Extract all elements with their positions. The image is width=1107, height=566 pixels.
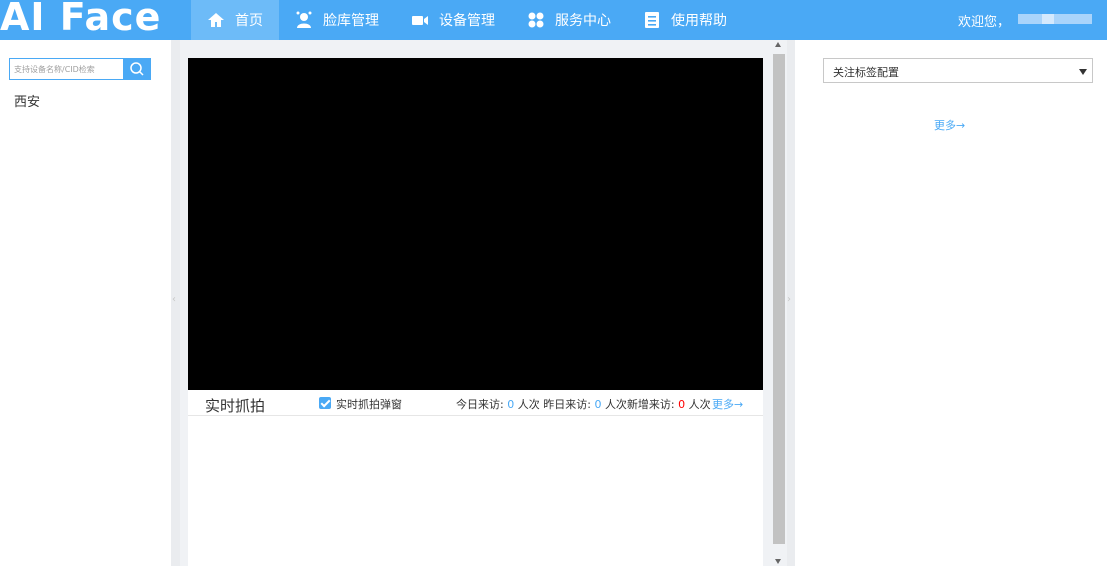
capture-title: 实时抓拍 bbox=[205, 397, 266, 415]
main-nav: 首页 脸库管理 设备管理 服务中心 使用帮助 bbox=[191, 0, 743, 40]
chevron-left-icon: ‹ bbox=[172, 294, 176, 305]
app-logo: AI Face bbox=[0, 0, 162, 39]
home-icon bbox=[207, 11, 225, 29]
welcome-text: 欢迎您， bbox=[958, 15, 1011, 30]
username-redacted[interactable] bbox=[1018, 14, 1092, 24]
yesterday-count: 0 bbox=[594, 398, 602, 411]
camera-icon bbox=[411, 11, 429, 29]
new-unit: 人次 bbox=[688, 398, 711, 411]
nav-item-face-library[interactable]: 脸库管理 bbox=[279, 0, 395, 40]
chevron-right-icon: › bbox=[787, 294, 791, 305]
capture-popup-label: 实时抓拍弹窗 bbox=[336, 398, 402, 411]
collapse-left-handle[interactable]: ‹ bbox=[171, 40, 180, 566]
today-count: 0 bbox=[507, 398, 515, 411]
nav-item-label: 脸库管理 bbox=[323, 13, 379, 29]
capture-header: 实时抓拍 实时抓拍弹窗 今日来访: 0 人次 昨日来访: 0 人次新增来访: 0… bbox=[188, 390, 763, 416]
today-unit: 人次 bbox=[517, 398, 540, 411]
nav-item-label: 服务中心 bbox=[555, 13, 611, 29]
tree-item-location[interactable]: 西安 bbox=[14, 91, 40, 110]
capture-popup-checkbox[interactable] bbox=[319, 397, 331, 409]
scrollbar-thumb[interactable] bbox=[773, 54, 785, 544]
nav-item-label: 首页 bbox=[235, 13, 263, 29]
new-label: 新增来访: bbox=[626, 398, 675, 411]
nav-item-label: 设备管理 bbox=[439, 13, 495, 29]
tag-config-value: 关注标签配置 bbox=[833, 66, 899, 79]
search-icon bbox=[130, 62, 144, 76]
grid-icon bbox=[527, 11, 545, 29]
collapse-right-handle[interactable]: › bbox=[787, 40, 795, 566]
today-label: 今日来访: bbox=[456, 398, 504, 411]
nav-item-label: 使用帮助 bbox=[671, 13, 727, 29]
capture-more-link[interactable]: 更多→ bbox=[712, 396, 743, 412]
tag-config-select[interactable]: 关注标签配置 bbox=[823, 58, 1093, 83]
main-scrollbar[interactable] bbox=[771, 40, 787, 566]
yesterday-label: 昨日来访: bbox=[543, 398, 591, 411]
nav-item-service-center[interactable]: 服务中心 bbox=[511, 0, 627, 40]
caret-down-icon bbox=[1079, 69, 1087, 75]
document-icon bbox=[643, 11, 661, 29]
nav-item-home[interactable]: 首页 bbox=[191, 0, 279, 40]
device-tree-panel: 西安 bbox=[0, 40, 171, 566]
scroll-down-icon[interactable] bbox=[775, 559, 781, 564]
main-content: 实时抓拍 实时抓拍弹窗 今日来访: 0 人次 昨日来访: 0 人次新增来访: 0… bbox=[188, 58, 763, 566]
top-nav-bar: AI Face 首页 脸库管理 设备管理 服务中心 使用帮助 欢迎您， bbox=[0, 0, 1107, 40]
video-player[interactable] bbox=[188, 58, 763, 390]
visit-stats: 今日来访: 0 人次 昨日来访: 0 人次新增来访: 0 人次 bbox=[456, 396, 711, 412]
nav-item-help[interactable]: 使用帮助 bbox=[627, 0, 743, 40]
scroll-up-icon[interactable] bbox=[775, 42, 781, 47]
device-search-input[interactable] bbox=[9, 58, 124, 80]
nav-item-devices[interactable]: 设备管理 bbox=[395, 0, 511, 40]
yesterday-unit: 人次 bbox=[604, 398, 627, 411]
tag-more-link[interactable]: 更多→ bbox=[934, 117, 965, 133]
user-icon bbox=[295, 11, 313, 29]
tag-panel: 关注标签配置 更多→ bbox=[795, 40, 1107, 566]
search-button[interactable] bbox=[123, 58, 151, 80]
new-count: 0 bbox=[678, 398, 686, 411]
